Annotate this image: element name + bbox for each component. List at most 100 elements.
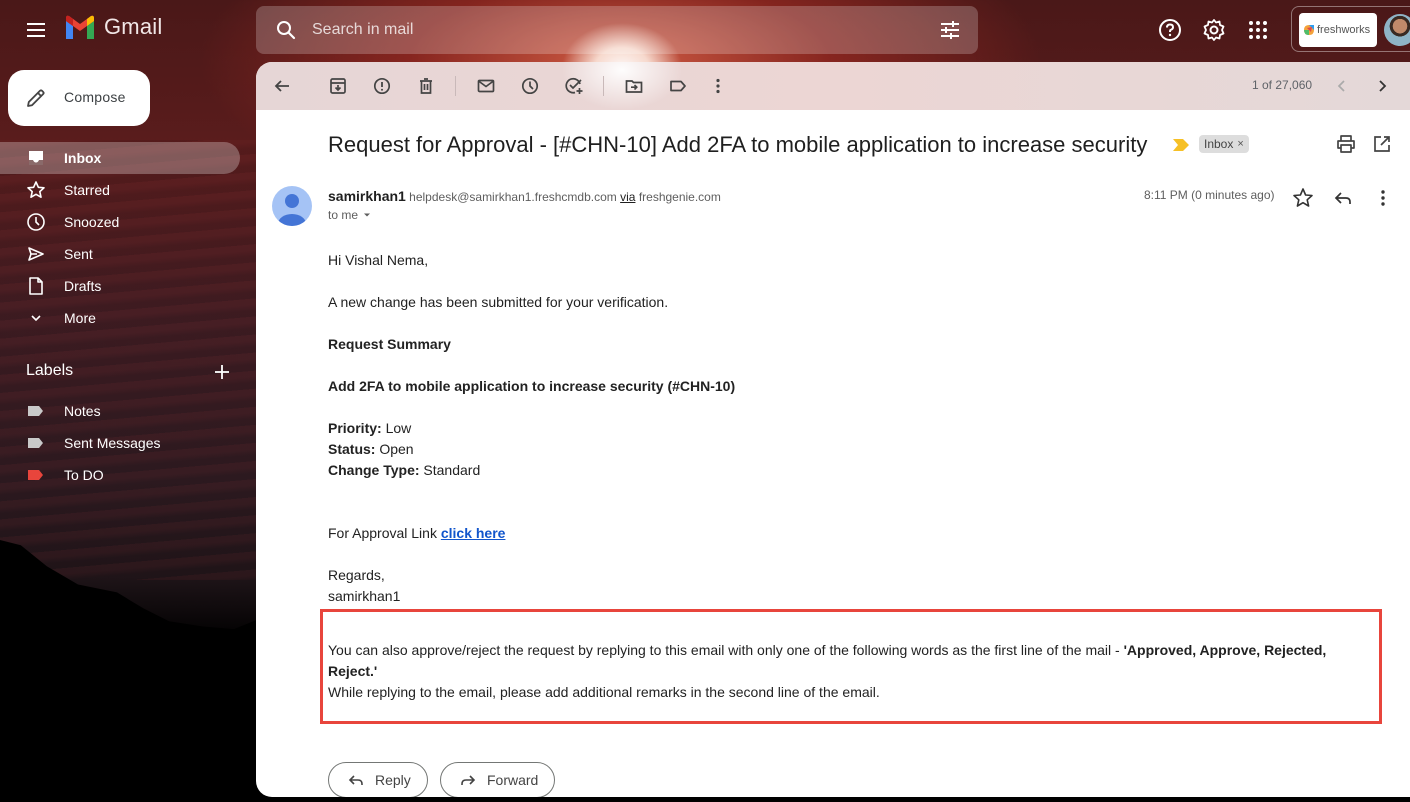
- message-pane: 1 of 27,060 Request for Approval - [#CHN…: [256, 62, 1410, 797]
- arrow-back-icon: [274, 80, 289, 92]
- forward-label: Forward: [487, 772, 539, 788]
- more-vert-icon[interactable]: [1371, 186, 1395, 210]
- compose-label: Compose: [64, 89, 126, 105]
- label-tag-icon: [28, 406, 43, 416]
- more-actions-button[interactable]: [706, 74, 730, 98]
- labels-heading: Labels: [26, 362, 74, 379]
- labels-button[interactable]: [666, 74, 690, 98]
- more-vert-icon: [716, 78, 720, 94]
- reply-label: Reply: [375, 772, 411, 788]
- mail-icon: [477, 79, 495, 93]
- chevron-left-icon: [1337, 80, 1345, 92]
- add-to-tasks-button[interactable]: [562, 74, 586, 98]
- approval-prefix: For Approval Link: [328, 525, 437, 541]
- move-folder-icon: [625, 80, 643, 93]
- delete-button[interactable]: [414, 74, 438, 98]
- intro-text: A new change has been submitted for your…: [328, 294, 669, 310]
- field-label: Status:: [328, 441, 376, 457]
- labels-list: Notes Sent Messages To DO: [0, 395, 256, 491]
- remove-label-icon[interactable]: ×: [1237, 138, 1243, 150]
- chevron-down-icon: [31, 315, 41, 322]
- main-menu-button[interactable]: [24, 18, 48, 42]
- search-input[interactable]: [312, 16, 912, 44]
- label-tag-icon: [28, 438, 43, 448]
- archive-button[interactable]: [326, 74, 350, 98]
- send-icon: [28, 247, 44, 261]
- sidebar-item-label: Sent: [64, 246, 93, 262]
- star-icon[interactable]: [1291, 186, 1315, 210]
- pencil-icon: [27, 89, 45, 107]
- email-timestamp: 8:11 PM (0 minutes ago): [1144, 188, 1275, 202]
- sidebar-item-starred[interactable]: Starred: [0, 174, 240, 206]
- message-toolbar: 1 of 27,060: [256, 62, 1410, 110]
- gmail-logo[interactable]: Gmail: [64, 14, 162, 40]
- sidebar-item-snoozed[interactable]: Snoozed: [0, 206, 240, 238]
- sidebar-item-sent[interactable]: Sent: [0, 238, 240, 270]
- move-to-button[interactable]: [622, 74, 646, 98]
- sidebar-item-inbox[interactable]: Inbox: [0, 142, 240, 174]
- forward-icon: [461, 775, 476, 785]
- regards: Regards,: [328, 567, 385, 583]
- chip-label: Inbox: [1204, 137, 1234, 151]
- field-value: Standard: [423, 462, 481, 478]
- sender-name[interactable]: samirkhan1: [328, 188, 406, 204]
- signature: samirkhan1: [328, 588, 401, 604]
- search-icon[interactable]: [274, 18, 298, 42]
- field-value: Low: [385, 420, 412, 436]
- label-item-sent-messages[interactable]: Sent Messages: [0, 427, 240, 459]
- field-label: Change Type:: [328, 462, 420, 478]
- reply-instructions: You can also approve/reject the request …: [328, 640, 1378, 703]
- recipient-details-toggle[interactable]: to me: [328, 208, 372, 222]
- user-avatar[interactable]: [1384, 14, 1410, 46]
- reply-icon[interactable]: [1331, 186, 1355, 210]
- org-logo[interactable]: freshworks: [1299, 13, 1377, 47]
- sidebar-item-label: Drafts: [64, 278, 102, 294]
- label-icon: [670, 80, 686, 92]
- instructions-text: You can also approve/reject the request …: [328, 642, 1124, 658]
- inbox-label-chip[interactable]: Inbox ×: [1199, 135, 1249, 153]
- apps-grid-icon[interactable]: [1246, 18, 1270, 42]
- help-icon[interactable]: [1158, 18, 1182, 42]
- sender-email: helpdesk@samirkhan1.freshcmdb.com: [409, 190, 617, 204]
- older-button[interactable]: [1370, 74, 1394, 98]
- compose-button[interactable]: Compose: [8, 70, 150, 126]
- email-subject: Request for Approval - [#CHN-10] Add 2FA…: [328, 132, 1148, 157]
- chevron-right-icon: [1379, 80, 1387, 92]
- sender-avatar[interactable]: [272, 186, 312, 226]
- clock-icon: [27, 213, 45, 231]
- person-icon: [278, 194, 306, 226]
- add-label-icon[interactable]: [212, 362, 232, 382]
- label-item-to-do[interactable]: To DO: [0, 459, 240, 491]
- field-status: Status: Open: [328, 439, 1388, 460]
- search-options-icon[interactable]: [940, 20, 960, 40]
- sidebar-item-drafts[interactable]: Drafts: [0, 270, 240, 302]
- print-icon[interactable]: [1336, 134, 1356, 154]
- approval-link[interactable]: click here: [441, 525, 506, 541]
- snooze-button[interactable]: [518, 74, 542, 98]
- mark-unread-button[interactable]: [474, 74, 498, 98]
- forward-button[interactable]: Forward: [440, 762, 556, 797]
- label-tag-icon: [28, 470, 43, 480]
- sender-info: samirkhan1 helpdesk@samirkhan1.freshcmdb…: [328, 188, 721, 204]
- newer-button[interactable]: [1330, 74, 1354, 98]
- search-bar[interactable]: [256, 6, 978, 54]
- caret-down-icon: [364, 213, 371, 217]
- pagination-count: 1 of 27,060: [1252, 78, 1313, 92]
- importance-marker-icon[interactable]: [1173, 139, 1189, 151]
- field-value: Open: [379, 441, 414, 457]
- reply-button[interactable]: Reply: [328, 762, 428, 797]
- toolbar-divider: [603, 76, 604, 96]
- label-item-notes[interactable]: Notes: [0, 395, 240, 427]
- instructions-second-line: While replying to the email, please add …: [328, 684, 880, 700]
- settings-gear-icon[interactable]: [1202, 18, 1226, 42]
- via-link[interactable]: via: [620, 190, 635, 204]
- back-button[interactable]: [270, 74, 294, 98]
- gmail-m-icon: [66, 15, 94, 39]
- sidebar-item-more[interactable]: More: [0, 302, 240, 334]
- report-spam-button[interactable]: [370, 74, 394, 98]
- spam-icon: [373, 77, 391, 95]
- open-new-window-icon[interactable]: [1372, 134, 1392, 154]
- freshworks-logo-icon: [1304, 25, 1314, 35]
- label-name: To DO: [64, 467, 104, 483]
- recipient-label: to me: [328, 208, 359, 222]
